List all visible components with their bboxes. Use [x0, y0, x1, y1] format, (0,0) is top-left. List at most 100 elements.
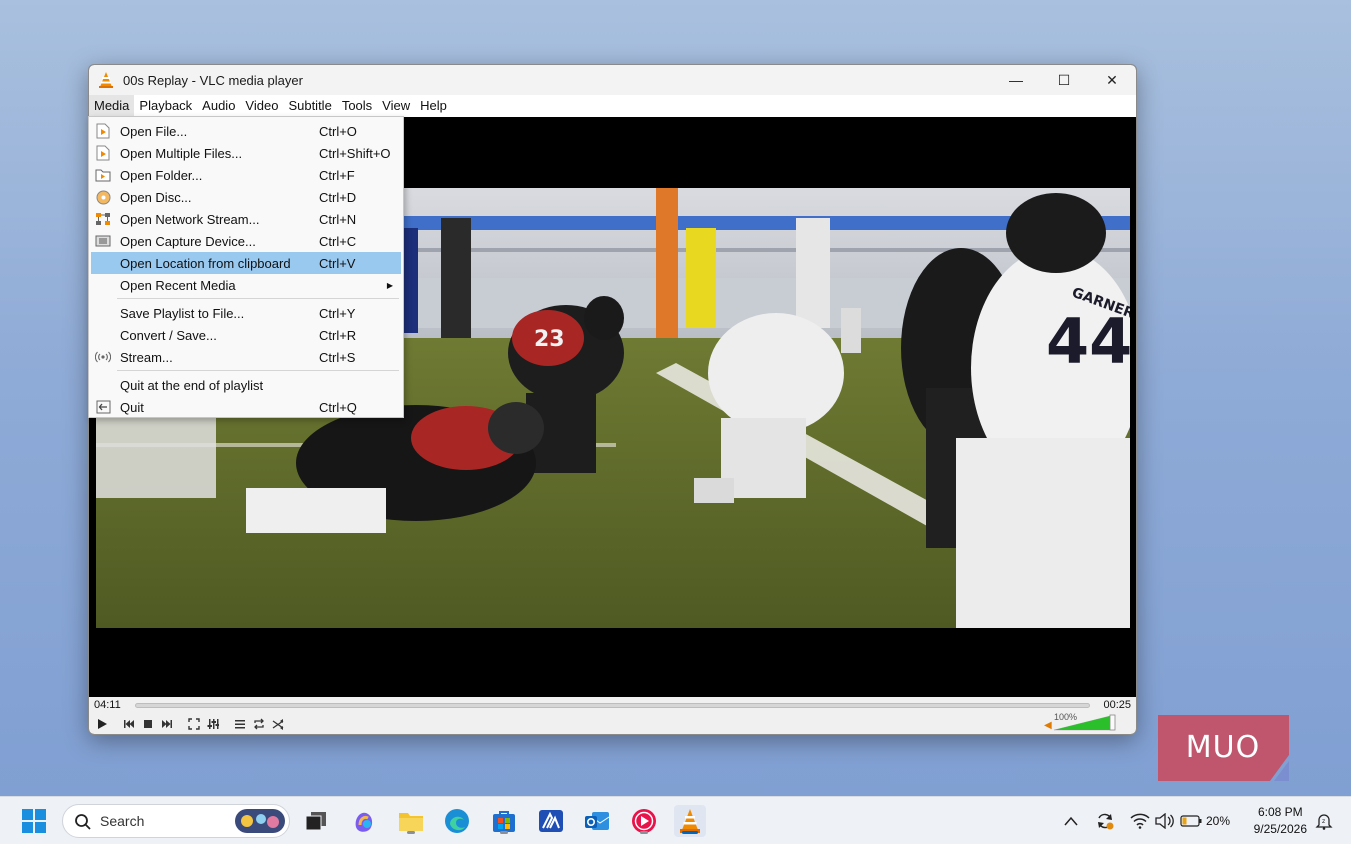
menu-media[interactable]: Media [89, 95, 135, 117]
seek-bar[interactable] [135, 703, 1090, 708]
menu-video[interactable]: Video [240, 95, 283, 117]
edge-button[interactable] [441, 805, 473, 837]
taskbar-search[interactable]: Search [62, 804, 290, 838]
menu-item-shortcut: Ctrl+Shift+O [319, 145, 391, 161]
running-indicator [500, 831, 508, 834]
menu-view[interactable]: View [377, 95, 415, 117]
stream-icon [95, 349, 111, 365]
task-view-icon [305, 812, 326, 831]
menu-item-shortcut: Ctrl+N [319, 211, 357, 227]
taskbar: Search 20% 6:08 PM 9/25/2026 z [0, 796, 1351, 844]
battery-icon [1180, 815, 1202, 827]
volume-tray-icon[interactable] [1148, 805, 1180, 837]
menu-item-shortcut: Ctrl+S [319, 349, 356, 365]
previous-button[interactable] [120, 716, 137, 732]
next-button[interactable] [158, 716, 175, 732]
stop-icon [143, 720, 152, 728]
muo-text: MUO [1186, 730, 1260, 765]
equalizer-icon [207, 719, 219, 729]
menu-item-label: Stream... [120, 349, 173, 365]
shuffle-icon [272, 719, 283, 730]
menu-item-open-multiple-files[interactable]: Open Multiple Files... Ctrl+Shift+O [91, 142, 401, 164]
menu-item-open-network-stream[interactable]: Open Network Stream... Ctrl+N [91, 208, 401, 230]
menu-item-open-folder[interactable]: Open Folder... Ctrl+F [91, 164, 401, 186]
office-app-button[interactable] [535, 805, 567, 837]
next-icon [161, 720, 172, 728]
menu-item-shortcut: Ctrl+O [319, 123, 357, 139]
notifications-button[interactable]: z [1312, 805, 1336, 837]
notification-bell-icon: z [1315, 814, 1333, 830]
menu-item-open-location-from-clipboard[interactable]: Open Location from clipboard Ctrl+V [91, 252, 401, 274]
playback-controls: 04:11 00:25 ◀ 100% [89, 697, 1136, 734]
volume-slider[interactable]: ◀ 100% [1044, 712, 1124, 732]
search-placeholder: Search [100, 813, 145, 829]
running-indicator [640, 831, 648, 834]
clock-time: 6:08 PM [1257, 805, 1303, 819]
file-play-icon [95, 145, 111, 161]
media-player-button[interactable] [628, 805, 660, 837]
outlook-button[interactable] [581, 805, 613, 837]
menu-item-quit[interactable]: Quit Ctrl+Q [91, 396, 401, 418]
minimize-button[interactable]: — [992, 65, 1040, 95]
extended-settings-button[interactable] [204, 716, 221, 732]
title-bar[interactable]: 00s Replay - VLC media player — ☐ ✕ [89, 65, 1136, 95]
sync-tray-icon[interactable] [1089, 805, 1121, 837]
menu-item-quit-at-end-of-playlist[interactable]: Quit at the end of playlist [91, 374, 401, 396]
jersey-number-23: 23 [534, 327, 565, 352]
task-view-button[interactable] [300, 805, 332, 837]
file-explorer-button[interactable] [395, 805, 427, 837]
battery-percent: 20% [1205, 814, 1231, 828]
play-button[interactable] [93, 716, 110, 732]
menu-item-open-file[interactable]: Open File... Ctrl+O [91, 120, 401, 142]
copilot-icon [355, 812, 373, 832]
menu-item-open-disc[interactable]: Open Disc... Ctrl+D [91, 186, 401, 208]
close-button[interactable]: ✕ [1088, 65, 1136, 95]
menu-item-save-playlist[interactable]: Save Playlist to File... Ctrl+Y [91, 302, 401, 324]
show-hidden-icons-button[interactable] [1055, 805, 1087, 837]
menu-item-open-recent-media[interactable]: Open Recent Media ▶ [91, 274, 401, 296]
menu-item-shortcut: Ctrl+D [319, 189, 357, 205]
menu-item-label: Quit at the end of playlist [120, 377, 264, 393]
shuffle-button[interactable] [269, 716, 286, 732]
app-icon [539, 810, 563, 832]
menu-item-label: Open Capture Device... [120, 233, 256, 249]
clock[interactable]: 6:08 PM 9/25/2026 [1254, 804, 1307, 838]
vlc-taskbar-button[interactable] [674, 805, 706, 837]
maximize-button[interactable]: ☐ [1040, 65, 1088, 95]
battery-tray-icon[interactable]: 20% [1177, 805, 1233, 837]
menu-item-label: Open Multiple Files... [120, 145, 243, 161]
stop-button[interactable] [139, 716, 156, 732]
vlc-cone-icon [99, 72, 113, 88]
menu-tools[interactable]: Tools [337, 95, 377, 117]
menu-item-shortcut: Ctrl+Y [319, 305, 356, 321]
playlist-icon [234, 720, 245, 729]
svg-text:z: z [1322, 818, 1325, 825]
menu-playback[interactable]: Playback [134, 95, 197, 117]
playlist-button[interactable] [231, 716, 248, 732]
menu-help[interactable]: Help [415, 95, 452, 117]
chevron-up-icon [1064, 816, 1078, 826]
menu-item-open-capture-device[interactable]: Open Capture Device... Ctrl+C [91, 230, 401, 252]
volume-bar [1054, 714, 1116, 731]
menu-item-label: Quit [120, 399, 144, 415]
menu-subtitle[interactable]: Subtitle [283, 95, 336, 117]
store-button[interactable] [488, 805, 520, 837]
search-highlight-icon [235, 809, 285, 833]
folder-icon [95, 167, 111, 183]
menu-item-convert-save[interactable]: Convert / Save... Ctrl+R [91, 324, 401, 346]
capture-icon [95, 233, 111, 249]
loop-icon [253, 718, 264, 730]
menu-audio[interactable]: Audio [197, 95, 240, 117]
sync-icon [1098, 813, 1114, 830]
folder-icon [399, 813, 423, 831]
fullscreen-button[interactable] [185, 716, 202, 732]
menu-item-label: Open File... [120, 123, 188, 139]
copilot-button[interactable] [348, 805, 380, 837]
menu-item-label: Open Disc... [120, 189, 192, 205]
start-button[interactable] [18, 805, 50, 837]
search-icon [75, 814, 91, 830]
menu-item-label: Open Location from clipboard [120, 255, 291, 271]
store-icon [493, 811, 515, 832]
loop-button[interactable] [250, 716, 267, 732]
menu-item-stream[interactable]: Stream... Ctrl+S [91, 346, 401, 368]
